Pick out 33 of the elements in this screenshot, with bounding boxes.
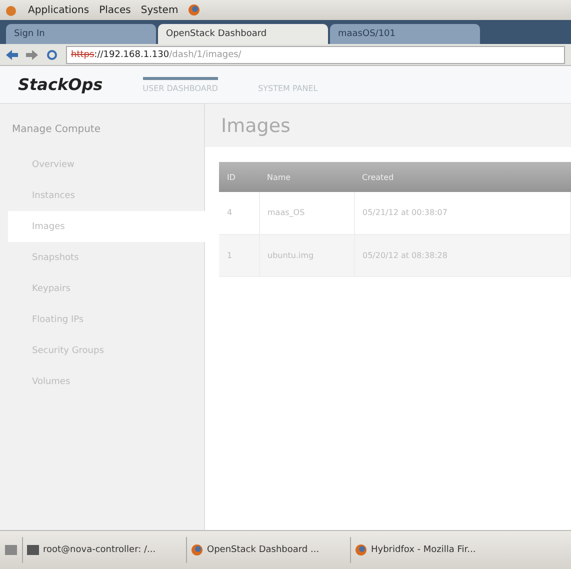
taskbar-button[interactable]: root@nova-controller: /...	[22, 537, 182, 563]
terminal-icon	[27, 545, 39, 555]
column-header[interactable]: Created	[354, 162, 570, 192]
sidebar-item[interactable]: Images	[8, 211, 205, 242]
forward-icon[interactable]	[26, 50, 38, 60]
table-cell: 05/21/12 at 00:38:07	[354, 192, 570, 234]
column-header[interactable]: ID	[219, 162, 259, 192]
column-header[interactable]: Name	[259, 162, 354, 192]
nav-link[interactable]: USER DASHBOARD	[142, 76, 218, 92]
panel-menu[interactable]: System	[140, 4, 178, 16]
table-cell: 4	[219, 192, 259, 234]
logo: StackOps	[18, 75, 103, 94]
taskbar-button[interactable]: OpenStack Dashboard ...	[186, 537, 346, 563]
browser-icon	[191, 544, 203, 556]
browser-tab[interactable]: OpenStack Dashboard	[158, 24, 328, 44]
page-title: Images	[205, 104, 571, 147]
nav-link[interactable]: SYSTEM PANEL	[258, 76, 318, 92]
table-cell: 1	[219, 234, 259, 276]
table-cell: 05/20/12 at 08:38:28	[354, 234, 570, 276]
address-field[interactable]: https://192.168.1.130/dash/1/images/	[66, 46, 565, 64]
reload-icon[interactable]	[46, 48, 58, 60]
browser-icon	[188, 4, 200, 16]
browser-tab[interactable]: maasOS/101	[330, 24, 480, 44]
table-cell: ubuntu.img	[259, 234, 354, 276]
browser-icon	[355, 544, 367, 556]
browser-tab[interactable]: Sign In	[6, 24, 156, 44]
panel-menu[interactable]: Applications	[28, 4, 90, 16]
panel-menu[interactable]: Places	[99, 4, 131, 16]
desktop-icon[interactable]	[4, 544, 18, 556]
sidebar-heading: Manage Compute	[11, 123, 102, 137]
back-icon[interactable]	[6, 50, 18, 60]
table-cell: maas_OS	[259, 192, 354, 234]
taskbar-button[interactable]: Hybridfox - Mozilla Fir...	[350, 537, 510, 563]
